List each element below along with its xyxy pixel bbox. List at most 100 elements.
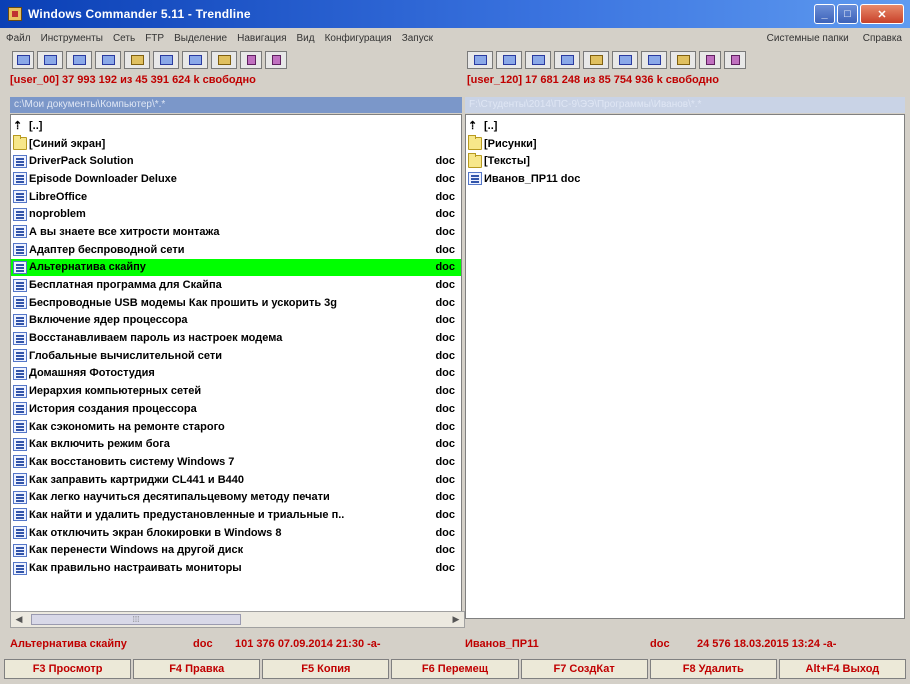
list-item[interactable]: Бесплатная программа для Скайпа doc — [11, 276, 461, 294]
drive-button[interactable] — [525, 51, 551, 69]
list-item[interactable]: LibreOffice doc — [11, 188, 461, 206]
list-item[interactable]: Как включить режим бога doc — [11, 435, 461, 453]
file-name: Episode Downloader Deluxe — [29, 172, 177, 185]
drive-button[interactable] — [95, 51, 121, 69]
f3-view-button[interactable]: F3 Просмотр — [4, 659, 132, 679]
right-file-panel[interactable]: ⇡ [..] [Рисунки] [Тексты] Иванов_ПР11 doc — [465, 114, 905, 619]
menu-view[interactable]: Вид — [297, 33, 315, 44]
file-extension: doc — [435, 385, 455, 398]
drive-button[interactable] — [153, 51, 179, 69]
tool-button[interactable] — [724, 51, 746, 69]
list-item[interactable]: Как перенести Windows на другой диск doc — [11, 542, 461, 560]
list-item[interactable]: А вы знаете все хитрости монтажа doc — [11, 223, 461, 241]
right-status-info: 24 576 18.03.2015 13:24 -a- — [697, 638, 837, 650]
up-icon: ⇡ — [468, 120, 478, 133]
network-drive-button[interactable] — [211, 51, 237, 69]
menu-file[interactable]: Файл — [6, 33, 31, 44]
tool-button[interactable] — [699, 51, 721, 69]
tool-button[interactable] — [240, 51, 262, 69]
list-item[interactable]: Иванов_ПР11 doc — [466, 170, 904, 188]
list-item[interactable]: Беспроводные USB модемы Как прошить и ус… — [11, 294, 461, 312]
left-file-panel[interactable]: ⇡ [..] [Синий экран] DriverPack Solution doc… — [10, 114, 462, 619]
scroll-track[interactable]: ⁞⁞⁞ — [27, 613, 448, 626]
menu-navigation[interactable]: Навигация — [237, 33, 286, 44]
drive-icon — [72, 55, 86, 65]
alt-f4-exit-button[interactable]: Alt+F4 Выход — [778, 659, 906, 679]
left-path-bar[interactable]: c:\Мои документы\Компьютер\*.* — [10, 97, 462, 113]
function-key-bar: F3 Просмотр F4 Правка F5 Копия F6 Переме… — [0, 659, 910, 681]
f6-move-button[interactable]: F6 Перемещ — [391, 659, 519, 679]
list-item[interactable]: Восстанавливаем пароль из настроек модем… — [11, 329, 461, 347]
list-item[interactable]: [Синий экран] — [11, 135, 461, 153]
list-item[interactable]: Глобальные вычислительной сети doc — [11, 347, 461, 365]
close-button[interactable]: ✕ — [860, 4, 904, 24]
f8-delete-button[interactable]: F8 Удалить — [649, 659, 777, 679]
left-horizontal-scrollbar[interactable]: ◀ ⁞⁞⁞ ▶ — [10, 611, 465, 628]
right-disk-info: [user_120] 17 681 248 из 85 754 936 k св… — [467, 74, 719, 86]
drive-button[interactable] — [554, 51, 580, 69]
list-item[interactable]: Как правильно настраивать мониторы doc — [11, 559, 461, 577]
scroll-thumb[interactable]: ⁞⁞⁞ — [31, 614, 241, 625]
folder-icon — [468, 152, 482, 168]
doc-icon — [468, 172, 482, 186]
list-item[interactable]: История создания процессора doc — [11, 400, 461, 418]
list-item[interactable]: Как восстановить систему Windows 7 doc — [11, 453, 461, 471]
menu-tools[interactable]: Инструменты — [41, 33, 103, 44]
list-item[interactable]: Как сэкономить на ремонте старого doc — [11, 418, 461, 436]
file-extension: doc — [435, 243, 455, 256]
network-drive-button[interactable] — [124, 51, 150, 69]
file-name: noproblem — [29, 208, 86, 221]
f5-copy-button[interactable]: F5 Копия — [262, 659, 390, 679]
drive-icon — [188, 55, 202, 65]
list-item[interactable]: ⇡ [..] — [466, 117, 904, 135]
menu-ftp[interactable]: FTP — [145, 33, 164, 44]
list-item[interactable]: Домашняя Фотостудия doc — [11, 365, 461, 383]
drive-button[interactable] — [37, 51, 63, 69]
menu-launch[interactable]: Запуск — [402, 33, 433, 44]
menu-selection[interactable]: Выделение — [174, 33, 227, 44]
list-item[interactable]: Как отключить экран блокировки в Windows… — [11, 524, 461, 542]
list-item[interactable]: Как заправить картриджи CL441 и B440 doc — [11, 471, 461, 489]
menu-bar: Файл Инструменты Сеть FTP Выделение Нави… — [0, 28, 910, 48]
file-extension: doc — [435, 172, 455, 185]
list-item[interactable]: Как найти и удалить предустановленные и … — [11, 506, 461, 524]
drive-button[interactable] — [12, 51, 34, 69]
maximize-button[interactable]: □ — [837, 4, 858, 24]
list-item[interactable]: DriverPack Solution doc — [11, 152, 461, 170]
list-item[interactable]: Иерархия компьютерных сетей doc — [11, 382, 461, 400]
network-drive-button[interactable] — [670, 51, 696, 69]
list-item[interactable]: Включение ядер процессора doc — [11, 312, 461, 330]
drive-button[interactable] — [66, 51, 92, 69]
drive-button[interactable] — [182, 51, 208, 69]
network-drive-button[interactable] — [583, 51, 609, 69]
list-item[interactable]: [Тексты] — [466, 152, 904, 170]
list-item[interactable]: noproblem doc — [11, 205, 461, 223]
minimize-button[interactable]: _ — [814, 4, 835, 24]
list-item-selected[interactable]: Альтернатива скайпу doc — [11, 258, 461, 277]
drive-button[interactable] — [496, 51, 522, 69]
scroll-right-arrow-icon[interactable]: ▶ — [448, 612, 464, 627]
file-name: Как заправить картриджи CL441 и B440 — [29, 473, 245, 486]
right-path-bar[interactable]: F:\Студенты\2014\ПС-9\ЭЭ\Программы\Ивано… — [465, 97, 905, 113]
file-name: [..] — [29, 119, 43, 132]
file-name: Беспроводные USB модемы Как прошить и ус… — [29, 296, 337, 309]
drive-icon — [43, 55, 57, 65]
menu-configuration[interactable]: Конфигурация — [325, 33, 392, 44]
list-item[interactable]: Адаптер беспроводной сети doc — [11, 241, 461, 259]
drive-button[interactable] — [467, 51, 493, 69]
f7-mkdir-button[interactable]: F7 СоздКат — [520, 659, 648, 679]
list-item[interactable]: Как легко научиться десятипальцевому мет… — [11, 488, 461, 506]
drive-button[interactable] — [641, 51, 667, 69]
list-item[interactable]: [Рисунки] — [466, 135, 904, 153]
menu-help[interactable]: Справка — [863, 33, 902, 44]
drive-button[interactable] — [612, 51, 638, 69]
list-item[interactable]: ⇡ [..] — [11, 117, 461, 135]
tool-button[interactable] — [265, 51, 287, 69]
list-item[interactable]: Episode Downloader Deluxe doc — [11, 170, 461, 188]
file-name: [..] — [484, 119, 498, 132]
menu-system-folders[interactable]: Системные папки — [767, 33, 849, 44]
menu-network[interactable]: Сеть — [113, 33, 135, 44]
app-icon — [8, 7, 22, 21]
f4-edit-button[interactable]: F4 Правка — [133, 659, 261, 679]
scroll-left-arrow-icon[interactable]: ◀ — [11, 612, 27, 627]
